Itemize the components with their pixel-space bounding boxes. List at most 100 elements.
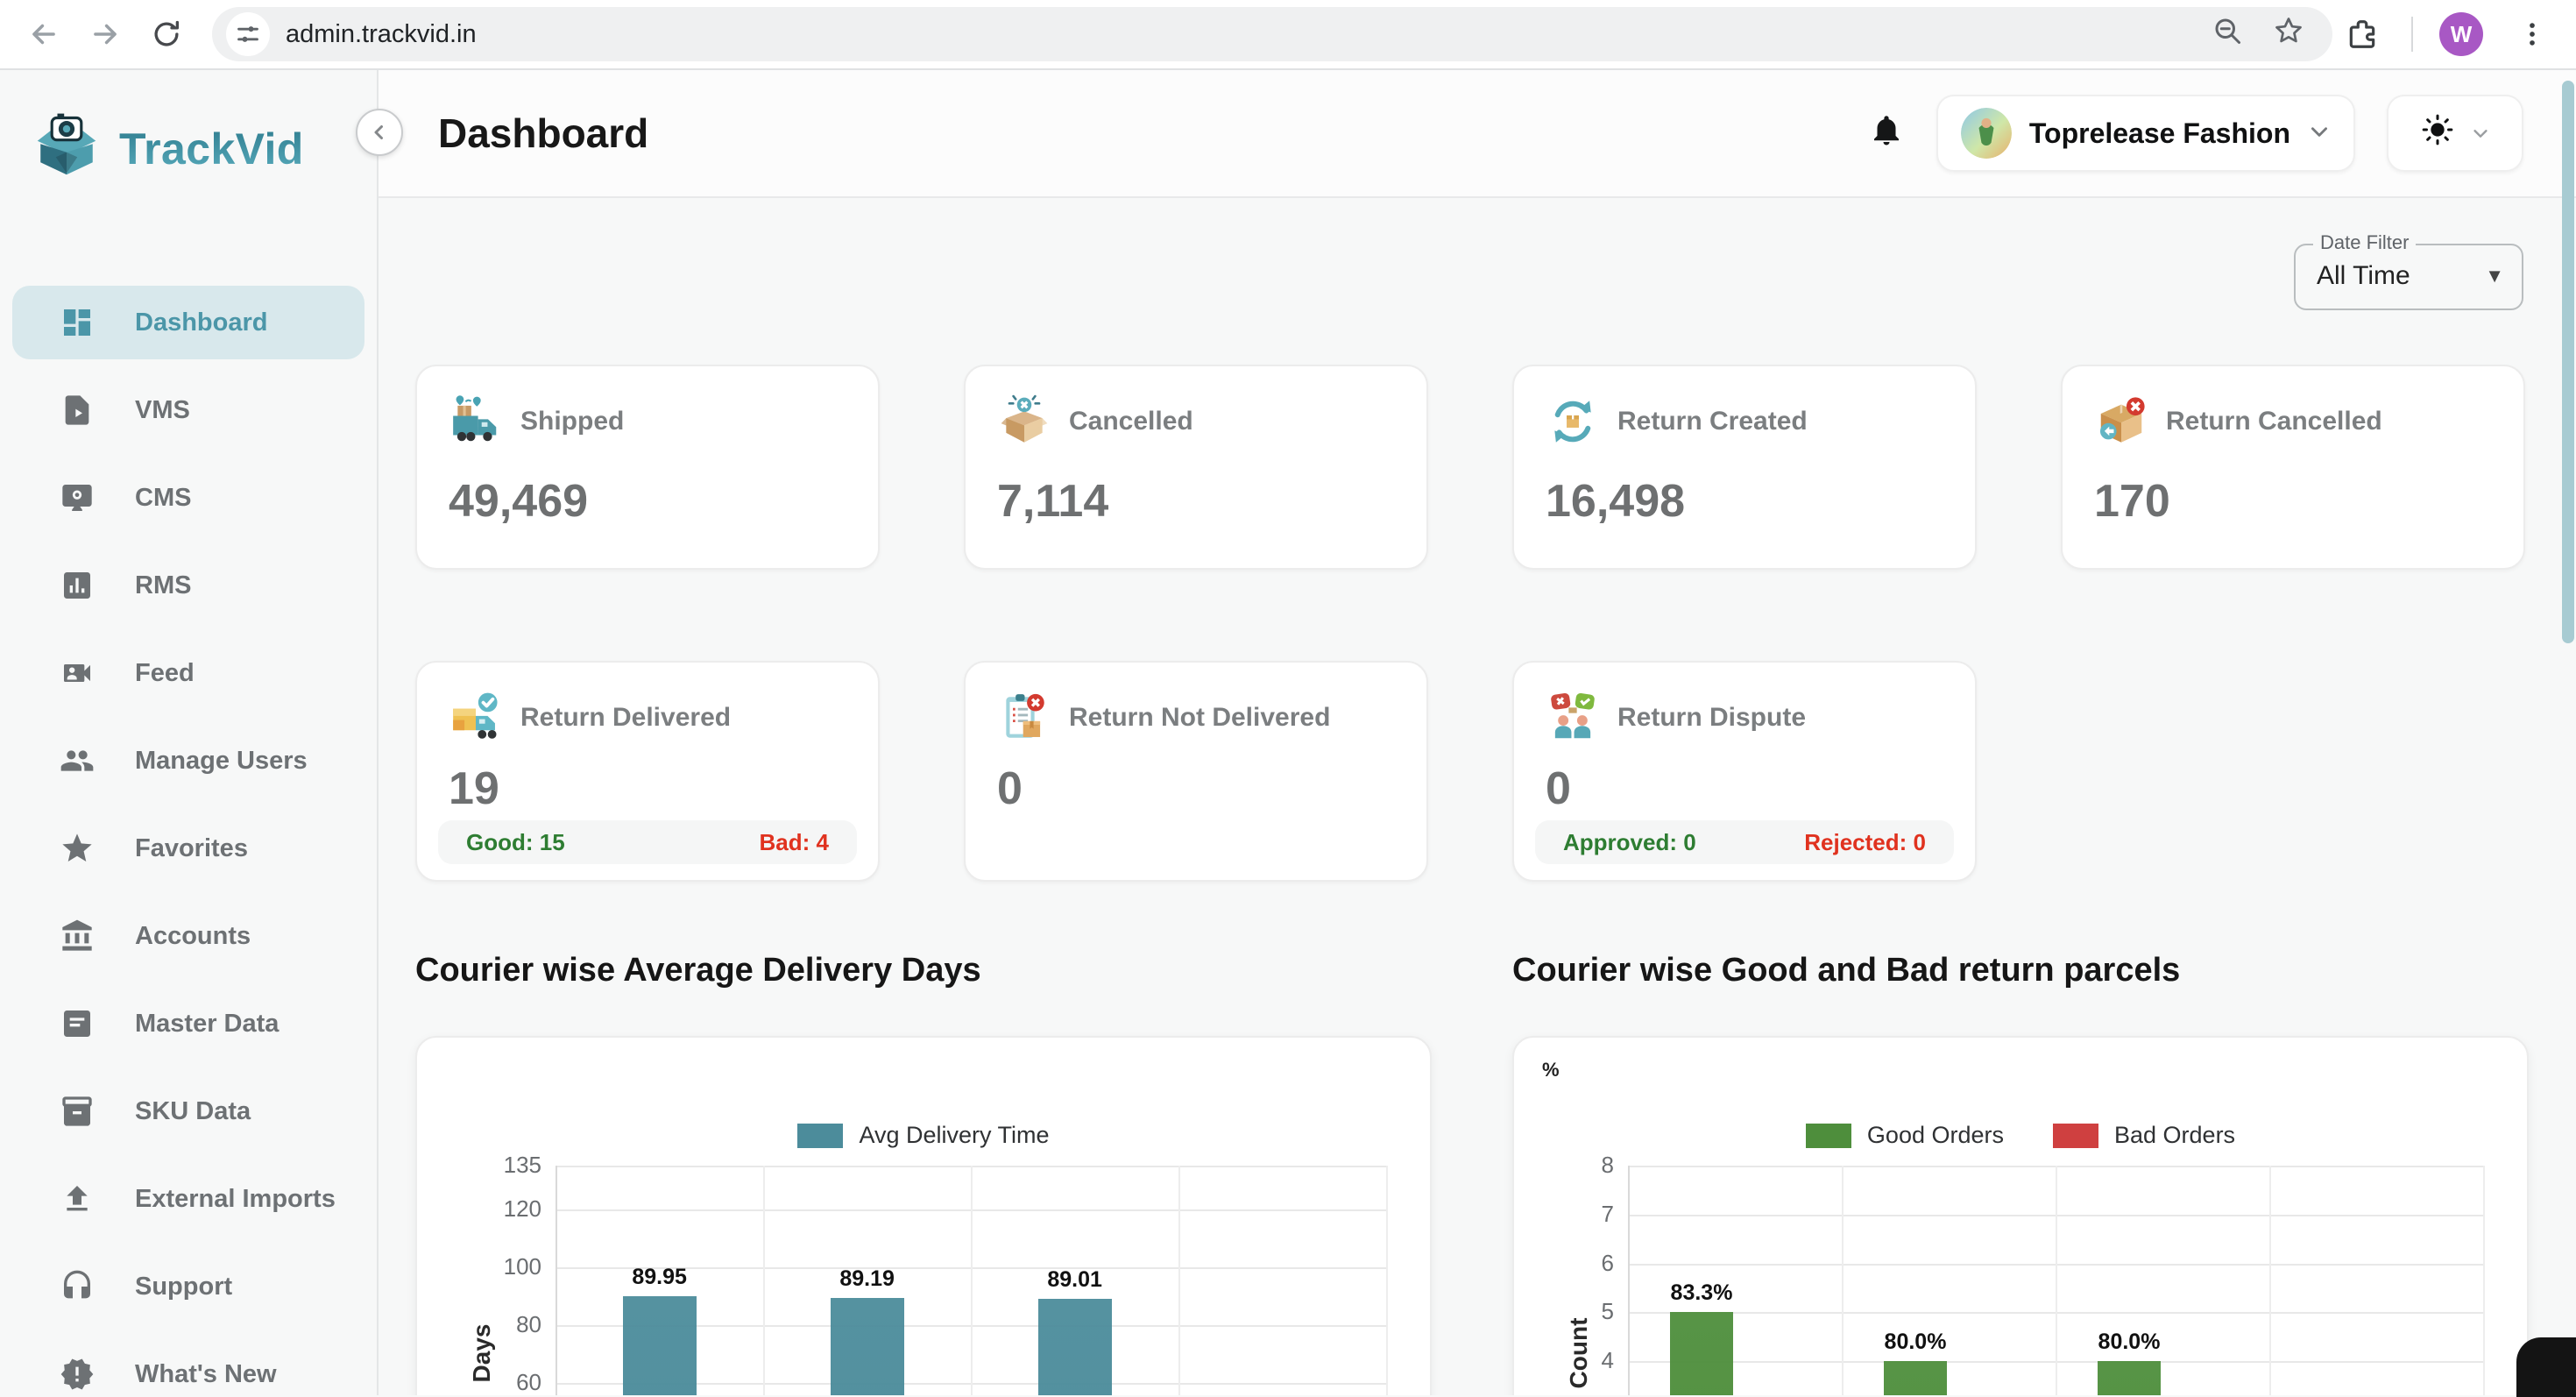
sidebar-item-label: Support — [135, 1273, 232, 1301]
stat-card-value: 19 — [449, 762, 846, 815]
percent-toggle[interactable]: % — [1542, 1059, 1560, 1081]
sidebar-item-accounts[interactable]: Accounts — [12, 899, 364, 973]
y-axis-tick: 135 — [464, 1152, 541, 1179]
bar-avg-delivery-time[interactable] — [831, 1298, 904, 1395]
bookmark-star-icon[interactable] — [2273, 15, 2304, 53]
y-axis-tick: 7 — [1537, 1201, 1614, 1228]
stat-footer-good: Good: 15 — [466, 829, 565, 856]
stat-card-value: 49,469 — [449, 475, 846, 528]
gridline — [1628, 1166, 1630, 1395]
bar-value-label: 83.3% — [1671, 1280, 1733, 1306]
sidebar-item-vms[interactable]: VMS — [12, 373, 364, 447]
stat-card-label: Return Delivered — [520, 703, 731, 733]
return-dispute-icon — [1546, 691, 1600, 745]
bar-good-orders[interactable] — [1670, 1312, 1733, 1395]
stat-card-label: Return Dispute — [1617, 703, 1806, 733]
gridline — [2269, 1166, 2271, 1395]
browser-menu-icon[interactable] — [2509, 11, 2555, 57]
sidebar-collapse-button[interactable] — [356, 109, 403, 156]
gridline — [971, 1166, 973, 1395]
stat-footer-bad: Rejected: 0 — [1804, 829, 1926, 856]
sidebar-item-master-data[interactable]: Master Data — [12, 987, 364, 1060]
legend-swatch-icon — [1806, 1124, 1851, 1148]
gridline — [1386, 1166, 1388, 1395]
legend-item[interactable]: Good Orders — [1806, 1122, 2004, 1149]
browser-profile-avatar[interactable]: W — [2439, 12, 2483, 56]
sidebar: TrackVid Dashboard VMS CMS RMS Feed Manage Us… — [0, 70, 379, 1395]
chevron-down-icon — [2471, 117, 2490, 150]
legend-label: Avg Delivery Time — [859, 1122, 1049, 1149]
chart-legend: Good Orders Bad Orders — [1514, 1122, 2527, 1149]
browser-toolbar: admin.trackvid.in W — [0, 0, 2576, 70]
stat-card-label: Shipped — [520, 407, 624, 436]
sidebar-item-cms[interactable]: CMS — [12, 461, 364, 535]
sidebar-item-label: Manage Users — [135, 747, 308, 776]
address-bar[interactable]: admin.trackvid.in — [212, 7, 2332, 61]
browser-forward-icon[interactable] — [82, 11, 128, 57]
notifications-bell-icon[interactable] — [1868, 111, 1905, 155]
support-icon — [60, 1269, 95, 1304]
bar-avg-delivery-time[interactable] — [1038, 1299, 1112, 1395]
stat-card-label: Return Cancelled — [2166, 407, 2382, 436]
sidebar-item-manage-users[interactable]: Manage Users — [12, 724, 364, 798]
account-switcher[interactable]: Toprelease Fashion — [1936, 95, 2355, 172]
bank-icon — [60, 918, 95, 954]
gridline — [1178, 1166, 1180, 1395]
bar-value-label: 80.0% — [1885, 1330, 1947, 1355]
bar-avg-delivery-time[interactable] — [623, 1296, 697, 1395]
sidebar-item-label: SKU Data — [135, 1097, 251, 1126]
site-settings-icon[interactable] — [226, 12, 270, 56]
dashboard-content: Date Filter All Time ▼ Shipped49,469Canc… — [379, 198, 2576, 1395]
bar-value-label: 89.19 — [839, 1266, 895, 1292]
bar-good-orders[interactable] — [1884, 1361, 1947, 1395]
sidebar-item-dashboard[interactable]: Dashboard — [12, 286, 364, 359]
dropdown-arrow-icon: ▼ — [2485, 265, 2504, 287]
sidebar-item-feed[interactable]: Feed — [12, 636, 364, 710]
stat-card-footer: Approved: 0Rejected: 0 — [1535, 820, 1954, 864]
browser-window: admin.trackvid.in W — [0, 0, 2576, 1397]
trackvid-logo-icon — [28, 109, 105, 189]
legend-swatch-icon — [2053, 1124, 2098, 1148]
stat-card-value: 0 — [1546, 762, 1943, 815]
theme-toggle[interactable] — [2387, 95, 2523, 172]
y-axis-title: Count — [1565, 1283, 1593, 1395]
stat-footer-bad: Bad: 4 — [760, 829, 829, 856]
chart-legend: Avg Delivery Time — [417, 1122, 1430, 1149]
date-filter-select[interactable]: Date Filter All Time ▼ — [2294, 244, 2523, 310]
date-filter-label: Date Filter — [2313, 231, 2416, 254]
sidebar-item-label: Master Data — [135, 1010, 279, 1039]
sidebar-item-support[interactable]: Support — [12, 1250, 364, 1323]
stat-card-footer: Good: 15 Bad: 4 — [438, 820, 857, 864]
return-delivered-icon — [449, 691, 503, 745]
app-logo: TrackVid — [0, 70, 377, 189]
legend-item[interactable]: Bad Orders — [2053, 1122, 2235, 1149]
sidebar-item-what-s-new[interactable]: What's New — [12, 1337, 364, 1397]
sidebar-item-sku-data[interactable]: SKU Data — [12, 1074, 364, 1148]
zoom-out-icon[interactable] — [2212, 15, 2243, 53]
legend-label: Bad Orders — [2114, 1122, 2235, 1149]
account-name: Toprelease Fashion — [2029, 117, 2290, 150]
y-axis-tick: 120 — [464, 1195, 541, 1223]
chat-widget-button[interactable] — [2516, 1337, 2576, 1397]
sidebar-item-label: External Imports — [135, 1185, 336, 1214]
sidebar-item-label: Favorites — [135, 834, 248, 863]
stat-card-label: Return Created — [1617, 407, 1808, 436]
url-text[interactable]: admin.trackvid.in — [286, 20, 477, 49]
sidebar-item-external-imports[interactable]: External Imports — [12, 1162, 364, 1236]
gridline — [2056, 1166, 2057, 1395]
legend-item[interactable]: Avg Delivery Time — [797, 1122, 1049, 1149]
sku-icon — [60, 1094, 95, 1129]
stat-card-value: 7,114 — [997, 475, 1395, 528]
browser-reload-icon[interactable] — [144, 11, 189, 57]
sidebar-item-favorites[interactable]: Favorites — [12, 812, 364, 885]
section-title-avg-delivery: Courier wise Average Delivery Days — [415, 952, 981, 989]
scrollbar-thumb[interactable] — [2562, 81, 2574, 643]
browser-back-icon[interactable] — [21, 11, 67, 57]
bar-good-orders[interactable] — [2098, 1361, 2161, 1395]
rms-icon — [60, 568, 95, 603]
extensions-puzzle-icon[interactable] — [2339, 11, 2385, 57]
sidebar-item-rms[interactable]: RMS — [12, 549, 364, 622]
sidebar-item-label: Feed — [135, 659, 195, 688]
bar-value-label: 89.95 — [632, 1265, 687, 1290]
sidebar-item-label: RMS — [135, 571, 191, 600]
